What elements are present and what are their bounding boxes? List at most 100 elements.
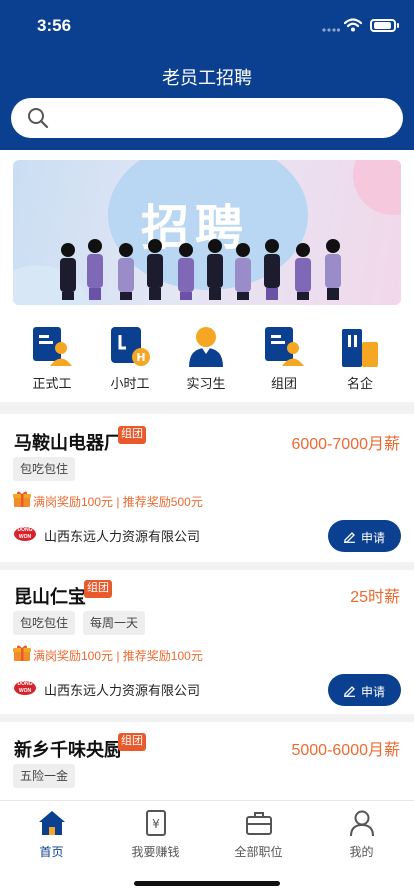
- person-head: [208, 239, 222, 253]
- category-intern[interactable]: 实习生: [171, 326, 241, 392]
- person-legs: [120, 292, 132, 300]
- category-fulltime[interactable]: 正式工: [17, 326, 87, 392]
- job-card[interactable]: 马鞍山电器厂 组团 6000-7000月薪 包吃包住 满岗奖励100元 | 推荐…: [0, 414, 414, 562]
- person-body: [264, 254, 280, 288]
- category-hourly[interactable]: H 小时工: [95, 326, 165, 392]
- card-footer: DONG WON 山西东远人力资源有限公司 申请: [14, 520, 404, 552]
- person-body: [118, 258, 134, 292]
- person-head: [296, 243, 310, 257]
- person-head: [119, 243, 133, 257]
- group-badge: 组团: [84, 580, 112, 598]
- gift-icon: [13, 645, 31, 661]
- job-card[interactable]: 新乡千味央厨 组团 5000-6000月薪 五险一金: [0, 722, 414, 800]
- person-head: [265, 239, 279, 253]
- tab-profile[interactable]: 我的: [310, 807, 413, 859]
- intern-icon: [189, 327, 223, 367]
- group-icon: [265, 327, 304, 366]
- person-head: [236, 243, 250, 257]
- job-tag: 每周一天: [83, 611, 146, 635]
- person-body: [60, 258, 76, 292]
- group-badge: 组团: [118, 733, 146, 751]
- job-title: 新乡千味央厨: [14, 740, 122, 760]
- category-group[interactable]: 组团: [249, 326, 319, 392]
- edit-icon: [344, 532, 355, 543]
- person-head: [179, 243, 193, 257]
- person-head: [61, 243, 75, 257]
- job-tag: 包吃包住: [13, 457, 76, 481]
- tab-label: 我要赚钱: [131, 845, 180, 859]
- person-body: [235, 258, 251, 292]
- app-header: 3:56 老员工招聘: [0, 0, 414, 150]
- profile-icon: [350, 810, 374, 837]
- page-title: 老员工招聘: [162, 68, 252, 88]
- people-illustration: [60, 239, 341, 300]
- tab-home[interactable]: 首页: [0, 807, 103, 859]
- group-badge: 组团: [118, 426, 146, 444]
- category-label: 名企: [346, 376, 373, 391]
- hourly-icon: H: [111, 327, 150, 366]
- person-body: [325, 254, 341, 288]
- company-name: 山西东远人力资源有限公司: [44, 683, 201, 698]
- person-head: [88, 239, 102, 253]
- job-title: 马鞍山电器厂: [14, 433, 122, 453]
- status-bar: 3:56: [0, 0, 414, 48]
- home-indicator: [134, 881, 280, 886]
- company-logo: DONG WON: [14, 681, 36, 695]
- tab-all-jobs[interactable]: 全部职位: [207, 807, 310, 859]
- person-legs: [149, 288, 161, 300]
- category-enterprise[interactable]: 名企: [325, 326, 395, 392]
- person-body: [207, 254, 223, 288]
- apply-button[interactable]: 申请: [328, 520, 401, 552]
- salary: 5000-6000月薪: [291, 742, 400, 759]
- enterprise-icon: [342, 329, 378, 367]
- person-legs: [62, 292, 74, 300]
- briefcase-icon: [246, 812, 272, 835]
- company-name: 山西东远人力资源有限公司: [44, 529, 201, 544]
- job-card[interactable]: 昆山仁宝 组团 25时薪 包吃包住 每周一天 满岗奖励100元 | 推荐奖励10…: [0, 570, 414, 714]
- logo-text: DONG WON: [17, 527, 33, 540]
- status-time: 3:56: [37, 16, 72, 35]
- svg-text:H: H: [136, 351, 145, 364]
- tab-label: 首页: [39, 845, 64, 859]
- tab-label: 我的: [349, 845, 374, 859]
- person-legs: [89, 288, 101, 300]
- earn-icon: ¥: [146, 810, 166, 836]
- person-body: [87, 254, 103, 288]
- svg-text:¥: ¥: [152, 817, 160, 831]
- person-head: [148, 239, 162, 253]
- person-legs: [209, 288, 221, 300]
- battery-icon: [370, 19, 396, 32]
- person-legs: [327, 288, 339, 300]
- person-head: [326, 239, 340, 253]
- person-body: [178, 258, 194, 292]
- card-footer: DONG WON 山西东远人力资源有限公司 申请: [14, 674, 404, 706]
- apply-label: 申请: [361, 531, 386, 545]
- person-body: [147, 254, 163, 288]
- company-logo: DONG WON: [14, 527, 36, 541]
- tab-earn[interactable]: ¥ 我要赚钱: [104, 807, 207, 859]
- apply-button[interactable]: 申请: [328, 674, 401, 706]
- gift-icon: [13, 491, 31, 507]
- fulltime-icon: [33, 327, 72, 366]
- job-tag: 包吃包住: [13, 611, 76, 635]
- apply-label: 申请: [361, 685, 386, 699]
- tab-label: 全部职位: [234, 845, 283, 859]
- salary: 25时薪: [350, 589, 400, 606]
- category-label: 组团: [270, 376, 297, 391]
- battery-tip: [397, 23, 399, 28]
- person-legs: [297, 292, 309, 300]
- recruitment-banner[interactable]: 招聘: [13, 160, 401, 305]
- wifi-icon: [344, 18, 362, 32]
- search-bar[interactable]: [11, 98, 403, 138]
- salary: 6000-7000月薪: [291, 436, 400, 453]
- category-label: 实习生: [186, 376, 226, 391]
- category-row: 正式工 H 小时工 实习生 组团 名企: [0, 326, 414, 392]
- reward-text: 满岗奖励100元 | 推荐奖励500元: [33, 495, 203, 509]
- signal-dots-icon: [322, 28, 340, 32]
- edit-icon: [344, 686, 355, 697]
- category-label: 小时工: [110, 376, 150, 391]
- job-title: 昆山仁宝: [14, 587, 86, 607]
- person-legs: [237, 292, 249, 300]
- search-input[interactable]: [61, 106, 381, 130]
- person-legs: [180, 292, 192, 300]
